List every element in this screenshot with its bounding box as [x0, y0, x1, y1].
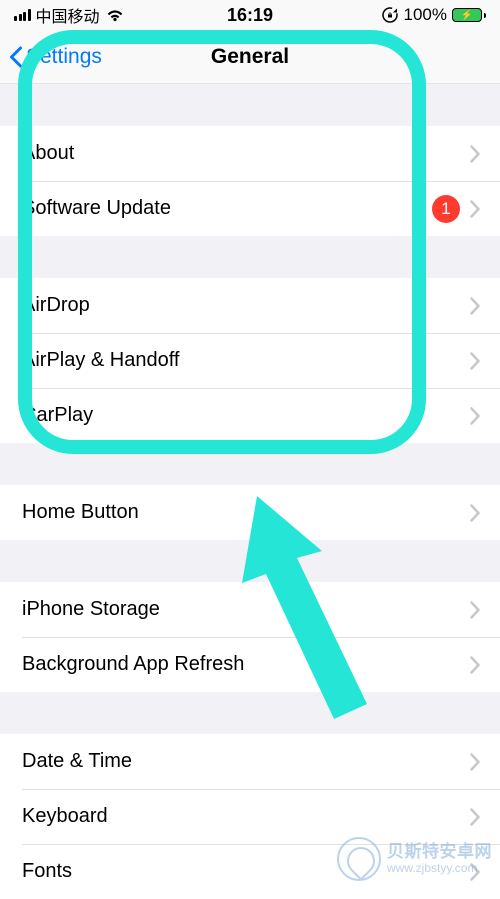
- chevron-right-icon: [470, 352, 480, 370]
- row-iphone-storage[interactable]: iPhone Storage: [0, 582, 500, 637]
- status-left: 中国移动: [14, 3, 125, 27]
- charging-bolt-icon: ⚡: [461, 10, 473, 21]
- row-label: Date & Time: [22, 750, 470, 773]
- row-home-button[interactable]: Home Button: [0, 485, 500, 540]
- row-label: Home Button: [22, 501, 470, 524]
- section-gap: [0, 443, 500, 485]
- chevron-right-icon: [470, 297, 480, 315]
- watermark: 贝斯特安卓网 www.zjbstyy.com: [337, 837, 492, 881]
- chevron-right-icon: [470, 808, 480, 826]
- section-gap: [0, 692, 500, 734]
- section-storage: iPhone Storage Background App Refresh: [0, 582, 500, 692]
- back-label: Settings: [26, 45, 102, 69]
- watermark-sub: www.zjbstyy.com: [387, 862, 477, 875]
- row-label: iPhone Storage: [22, 598, 470, 621]
- row-date-time[interactable]: Date & Time: [0, 734, 500, 789]
- watermark-main: 贝斯特安卓网: [387, 843, 492, 862]
- battery-icon: ⚡: [452, 8, 486, 22]
- carrier-label: 中国移动: [36, 3, 100, 27]
- row-carplay[interactable]: CarPlay: [0, 388, 500, 443]
- row-label: AirDrop: [22, 294, 470, 317]
- rotation-lock-icon: [381, 6, 399, 24]
- section-gap: [0, 236, 500, 278]
- chevron-right-icon: [470, 656, 480, 674]
- row-keyboard[interactable]: Keyboard: [0, 789, 500, 844]
- chevron-right-icon: [470, 504, 480, 522]
- chevron-right-icon: [470, 601, 480, 619]
- section-about: About Software Update 1: [0, 126, 500, 236]
- section-gap: [0, 540, 500, 582]
- wifi-icon: [105, 8, 125, 22]
- status-right: 100% ⚡: [381, 5, 486, 25]
- row-airdrop[interactable]: AirDrop: [0, 278, 500, 333]
- row-software-update[interactable]: Software Update 1: [0, 181, 500, 236]
- chevron-right-icon: [470, 753, 480, 771]
- section-airdrop: AirDrop AirPlay & Handoff CarPlay: [0, 278, 500, 443]
- row-label: Keyboard: [22, 805, 470, 828]
- battery-percent: 100%: [404, 5, 447, 25]
- section-home-button: Home Button: [0, 485, 500, 540]
- row-label: About: [22, 142, 470, 165]
- section-gap: [0, 84, 500, 126]
- watermark-logo-icon: [337, 837, 381, 881]
- row-label: CarPlay: [22, 404, 470, 427]
- nav-bar: Settings General: [0, 30, 500, 84]
- row-label: AirPlay & Handoff: [22, 349, 470, 372]
- status-bar: 中国移动 16:19 100% ⚡: [0, 0, 500, 30]
- row-airplay-handoff[interactable]: AirPlay & Handoff: [0, 333, 500, 388]
- chevron-left-icon: [8, 45, 26, 69]
- back-button[interactable]: Settings: [0, 45, 102, 69]
- chevron-right-icon: [470, 145, 480, 163]
- status-time: 16:19: [227, 5, 273, 26]
- update-badge: 1: [432, 195, 460, 223]
- row-label: Background App Refresh: [22, 653, 470, 676]
- chevron-right-icon: [470, 407, 480, 425]
- row-about[interactable]: About: [0, 126, 500, 181]
- row-label: Software Update: [22, 197, 432, 220]
- row-background-app-refresh[interactable]: Background App Refresh: [0, 637, 500, 692]
- signal-bars-icon: [14, 9, 31, 21]
- page-title: General: [211, 45, 289, 69]
- chevron-right-icon: [470, 200, 480, 218]
